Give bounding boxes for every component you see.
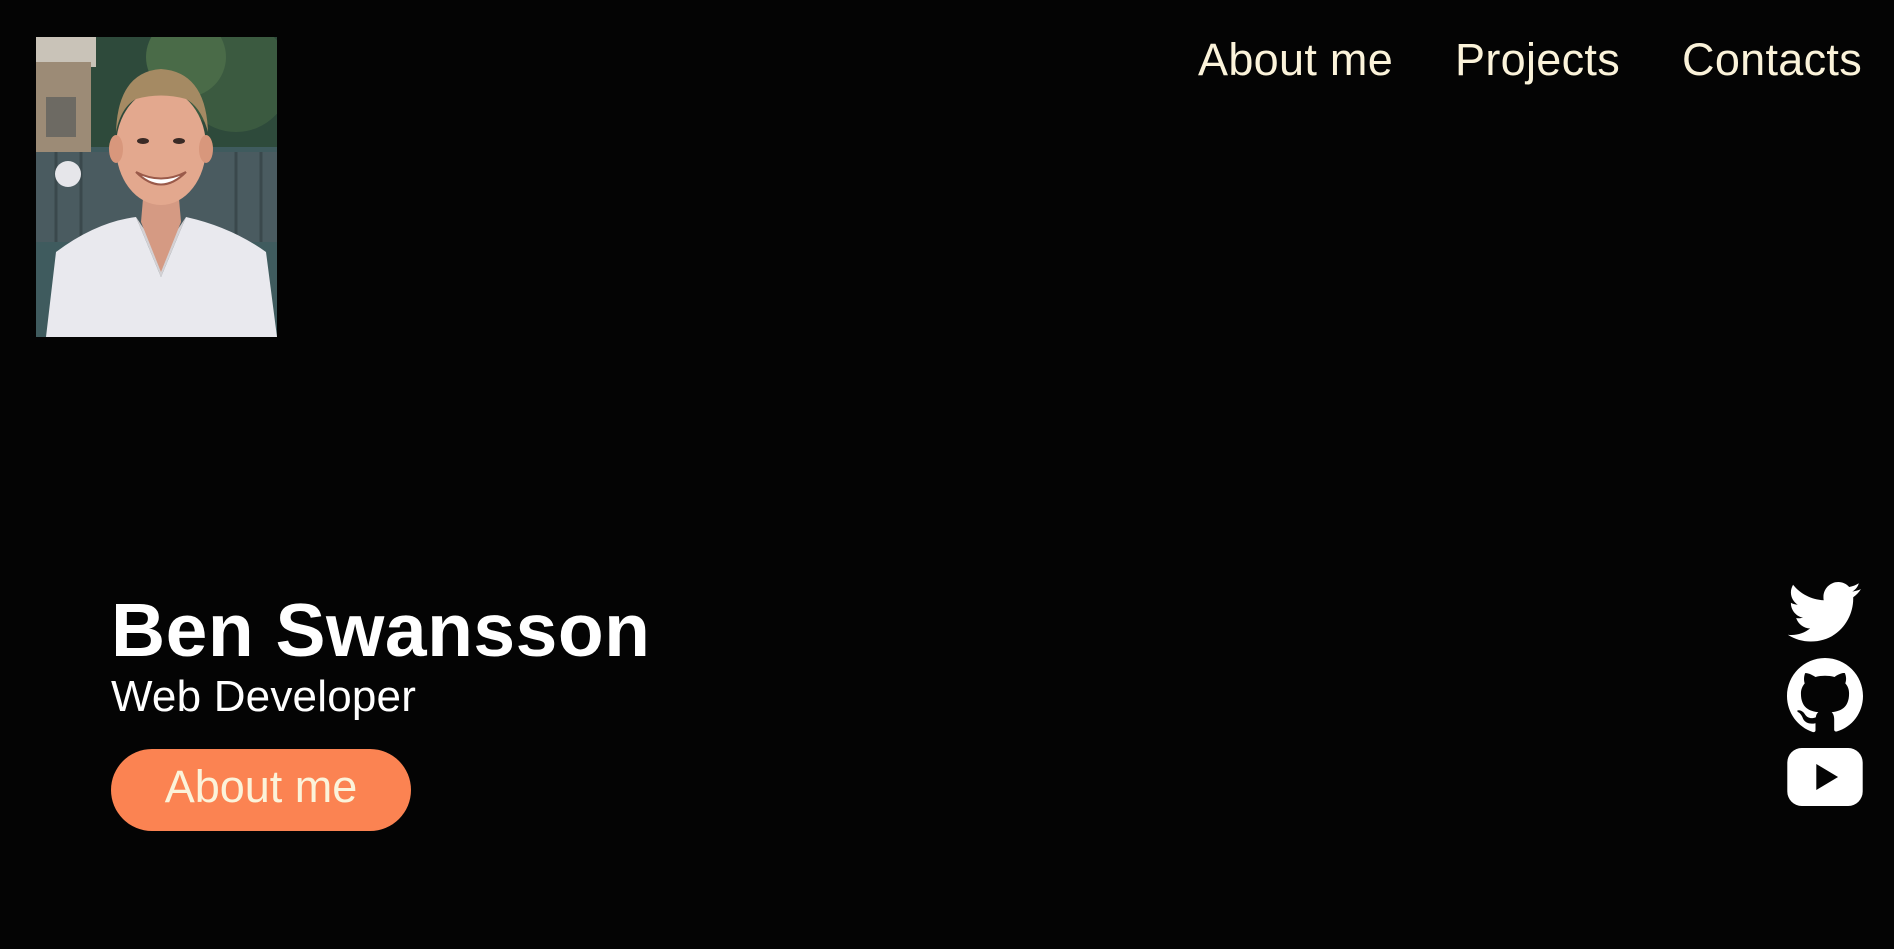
github-icon [1787,658,1863,733]
hero-name: Ben Swansson [111,588,651,672]
hero-role: Web Developer [111,672,417,721]
twitter-link[interactable] [1787,582,1863,644]
github-link[interactable] [1787,658,1863,734]
hero-section: Ben Swansson Web Developer About me [111,588,650,831]
top-nav: About me Projects Contacts [1198,34,1862,86]
profile-photo [36,37,277,337]
youtube-link[interactable] [1787,748,1863,806]
about-me-button[interactable]: About me [111,749,411,831]
nav-contacts[interactable]: Contacts [1682,34,1862,86]
twitter-icon [1787,582,1861,642]
nav-about-me[interactable]: About me [1198,34,1393,86]
nav-projects[interactable]: Projects [1455,34,1620,86]
youtube-icon [1787,748,1863,806]
social-links [1787,582,1863,806]
page: About me Projects Contacts Ben Swansson … [0,0,1894,949]
